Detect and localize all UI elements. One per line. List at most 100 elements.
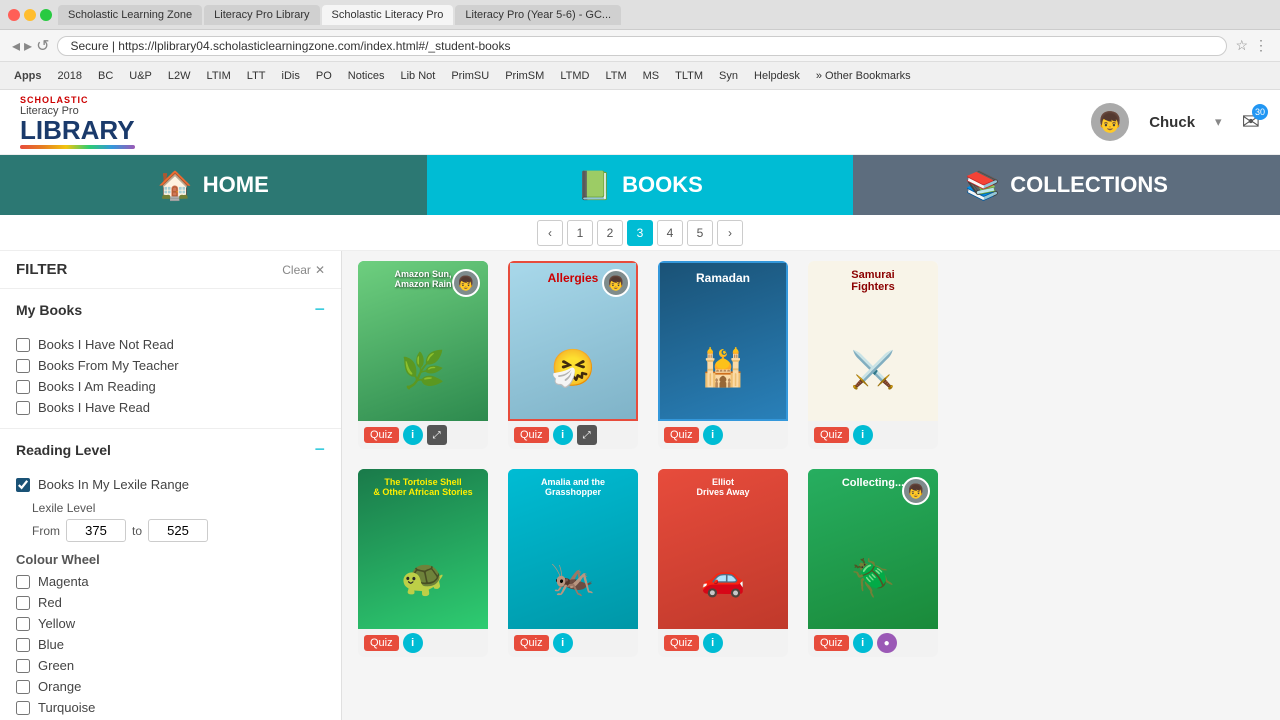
address-input[interactable]: Secure | https://lplibrary04.scholasticl… — [57, 36, 1227, 56]
bookmark-tltm[interactable]: TLTM — [669, 68, 709, 84]
browser-icons: ☆ ⋮ — [1235, 37, 1268, 54]
bookmark-ltmd[interactable]: LTMD — [554, 68, 595, 84]
maximize-dot[interactable] — [40, 9, 52, 21]
quiz-button-allergies[interactable]: Quiz — [514, 427, 549, 443]
page-2-btn[interactable]: 2 — [597, 220, 623, 246]
page-3-btn[interactable]: 3 — [627, 220, 653, 246]
book-card-amalia[interactable]: Amalia and theGrasshopper 🦗 Quiz i — [508, 469, 638, 657]
quiz-button-amalia[interactable]: Quiz — [514, 635, 549, 651]
clear-icon: ✕ — [315, 263, 325, 277]
browser-tab-2[interactable]: Literacy Pro Library — [204, 5, 319, 25]
quiz-button-tortoise[interactable]: Quiz — [364, 635, 399, 651]
reading-level-header[interactable]: Reading Level − — [0, 429, 341, 470]
info-button-amalia[interactable]: i — [553, 633, 573, 653]
checkbox-magenta[interactable] — [16, 575, 30, 589]
bookmark-notices[interactable]: Notices — [342, 68, 391, 84]
info-button-elliot[interactable]: i — [703, 633, 723, 653]
checkbox-not-read[interactable] — [16, 338, 30, 352]
quiz-button-elliot[interactable]: Quiz — [664, 635, 699, 651]
lexile-to-input[interactable] — [148, 519, 208, 542]
checkbox-red[interactable] — [16, 596, 30, 610]
avatar[interactable]: 👦 — [1091, 103, 1129, 141]
info-button-tortoise[interactable]: i — [403, 633, 423, 653]
quiz-button-ramadan[interactable]: Quiz — [664, 427, 699, 443]
page-4-btn[interactable]: 4 — [657, 220, 683, 246]
bookmark-uandp[interactable]: U&P — [123, 68, 158, 84]
info-button-allergies[interactable]: i — [553, 425, 573, 445]
info-button-collecting[interactable]: i — [853, 633, 873, 653]
page-prev-btn[interactable]: ‹ — [537, 220, 563, 246]
back-button[interactable]: ◂ — [12, 36, 20, 56]
page-1-btn[interactable]: 1 — [567, 220, 593, 246]
checkbox-yellow[interactable] — [16, 617, 30, 631]
browser-tab-4[interactable]: Literacy Pro (Year 5-6) - GC... — [455, 5, 621, 25]
reload-button[interactable]: ↺ — [36, 36, 49, 56]
nav-books[interactable]: 📗 BOOKS — [427, 155, 854, 215]
bookmark-syn[interactable]: Syn — [713, 68, 744, 84]
checkbox-turquoise[interactable] — [16, 701, 30, 715]
checkbox-am-reading[interactable] — [16, 380, 30, 394]
info-button-amazon[interactable]: i — [403, 425, 423, 445]
quiz-button-amazon[interactable]: Quiz — [364, 427, 399, 443]
info-button-ramadan[interactable]: i — [703, 425, 723, 445]
book-actions-allergies: Quiz i ⤢ — [508, 421, 638, 449]
page-5-btn[interactable]: 5 — [687, 220, 713, 246]
book-card-amazon[interactable]: Amazon Sun,Amazon Rain 🌿 👦 Quiz i ⤢ — [358, 261, 488, 449]
bookmark-2018[interactable]: 2018 — [52, 68, 88, 84]
page-next-btn[interactable]: › — [717, 220, 743, 246]
book-card-elliot[interactable]: ElliotDrives Away 🚗 Quiz i — [658, 469, 788, 657]
checkbox-have-read[interactable] — [16, 401, 30, 415]
bookmark-apps[interactable]: Apps — [8, 68, 48, 84]
book-actions-amazon: Quiz i ⤢ — [358, 421, 488, 449]
expand-button-amazon[interactable]: ⤢ — [427, 425, 447, 445]
bookmark-libnot[interactable]: Lib Not — [394, 68, 441, 84]
bookmark-ltt[interactable]: LTT — [241, 68, 272, 84]
book-actions-samurai: Quiz i — [808, 421, 938, 449]
close-dot[interactable] — [8, 9, 20, 21]
lexile-from-input[interactable] — [66, 519, 126, 542]
checkbox-green[interactable] — [16, 659, 30, 673]
bookmark-helpdesk[interactable]: Helpdesk — [748, 68, 806, 84]
checkbox-blue[interactable] — [16, 638, 30, 652]
browser-tab-3[interactable]: Scholastic Literacy Pro — [322, 5, 454, 25]
book-card-allergies[interactable]: Allergies 🤧 👦 Quiz i ⤢ — [508, 261, 638, 449]
checkbox-orange[interactable] — [16, 680, 30, 694]
menu-icon[interactable]: ⋮ — [1254, 37, 1268, 54]
book-card-samurai[interactable]: SamuraiFighters ⚔️ Quiz i — [808, 261, 938, 449]
my-books-toggle-icon[interactable]: − — [314, 299, 325, 320]
bookmark-ms[interactable]: MS — [637, 68, 666, 84]
nav-home[interactable]: 🏠 HOME — [0, 155, 427, 215]
bookmark-po[interactable]: PO — [310, 68, 338, 84]
expand-button-allergies[interactable]: ⤢ — [577, 425, 597, 445]
my-books-header[interactable]: My Books − — [0, 289, 341, 330]
minimize-dot[interactable] — [24, 9, 36, 21]
mail-icon[interactable]: ✉ 30 — [1242, 109, 1260, 135]
bookmark-bc[interactable]: BC — [92, 68, 119, 84]
quiz-button-samurai[interactable]: Quiz — [814, 427, 849, 443]
info-button-samurai[interactable]: i — [853, 425, 873, 445]
filter-header: FILTER Clear ✕ — [0, 251, 341, 289]
bookmark-ltm[interactable]: LTM — [599, 68, 632, 84]
browser-tab-1[interactable]: Scholastic Learning Zone — [58, 5, 202, 25]
special-button-collecting[interactable]: ● — [877, 633, 897, 653]
forward-button[interactable]: ▸ — [24, 36, 32, 56]
nav-collections[interactable]: 📚 COLLECTIONS — [853, 155, 1280, 215]
label-red: Red — [38, 595, 62, 610]
filter-clear-button[interactable]: Clear ✕ — [282, 263, 325, 277]
bookmark-idis[interactable]: iDis — [276, 68, 306, 84]
checkbox-from-teacher[interactable] — [16, 359, 30, 373]
bookmark-primsu[interactable]: PrimSU — [445, 68, 495, 84]
bookmark-primsm[interactable]: PrimSM — [499, 68, 550, 84]
book-card-tortoise[interactable]: The Tortoise Shell& Other African Storie… — [358, 469, 488, 657]
bookmark-ltim[interactable]: LTIM — [201, 68, 237, 84]
book-card-collecting[interactable]: Collecting... 🪲 👦 Quiz i ● — [808, 469, 938, 657]
checkbox-lexile-range[interactable] — [16, 478, 30, 492]
user-dropdown-icon[interactable]: ▾ — [1215, 114, 1222, 130]
bookmark-more[interactable]: » Other Bookmarks — [810, 68, 917, 84]
reading-level-toggle-icon[interactable]: − — [314, 439, 325, 460]
book-card-ramadan[interactable]: Ramadan 🕌 Quiz i — [658, 261, 788, 449]
quiz-button-collecting[interactable]: Quiz — [814, 635, 849, 651]
bookmark-star-icon[interactable]: ☆ — [1235, 37, 1248, 54]
user-name[interactable]: Chuck — [1149, 114, 1195, 131]
bookmark-l2w[interactable]: L2W — [162, 68, 197, 84]
